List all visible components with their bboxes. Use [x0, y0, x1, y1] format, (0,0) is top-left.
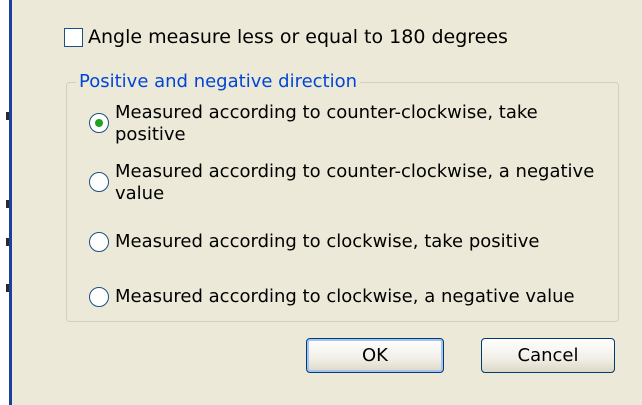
radio-option-ccw-positive[interactable]: Measured according to counter-clockwise,… [89, 102, 595, 146]
radio-button[interactable] [89, 172, 109, 192]
radio-button[interactable] [89, 232, 109, 252]
angle-limit-checkbox[interactable] [64, 28, 83, 47]
radio-option-label: Measured according to counter-clockwise,… [115, 102, 538, 145]
background-strip [0, 0, 9, 405]
angle-limit-checkbox-row[interactable]: Angle measure less or equal to 180 degre… [64, 28, 508, 47]
radio-option-label: Measured according to clockwise, a negat… [115, 286, 575, 307]
radio-option-cw-positive[interactable]: Measured according to clockwise, take po… [89, 231, 595, 253]
direction-group-title: Positive and negative direction [76, 71, 361, 93]
radio-option-ccw-negative[interactable]: Measured according to counter-clockwise,… [89, 161, 595, 205]
radio-option-label: Measured according to counter-clockwise,… [115, 161, 595, 204]
angle-limit-checkbox-label: Angle measure less or equal to 180 degre… [88, 26, 508, 48]
ok-button[interactable]: OK [306, 338, 444, 373]
radio-option-label: Measured according to clockwise, take po… [115, 231, 540, 252]
radio-button[interactable] [89, 287, 109, 307]
cancel-button[interactable]: Cancel [481, 338, 615, 373]
radio-button[interactable] [89, 113, 109, 133]
radio-option-cw-negative[interactable]: Measured according to clockwise, a negat… [89, 286, 595, 308]
